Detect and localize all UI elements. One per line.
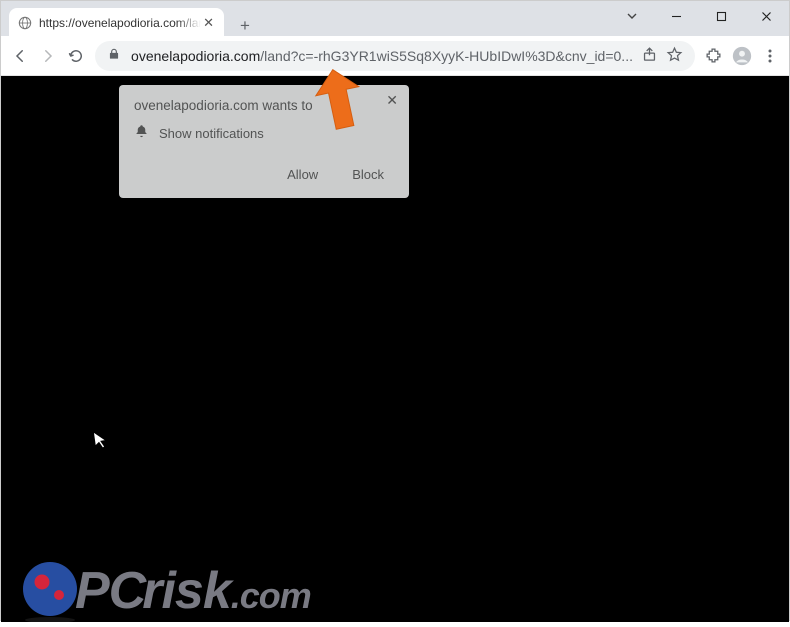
permission-item-label: Show notifications (159, 126, 264, 141)
close-window-button[interactable] (744, 1, 789, 31)
chevron-down-icon[interactable] (609, 1, 654, 31)
close-tab-icon[interactable]: ✕ (201, 15, 216, 31)
window-controls (609, 1, 789, 31)
logo-suffix: .com (231, 575, 311, 617)
url-domain: ovenelapodioria.com (131, 48, 260, 64)
browser-tab[interactable]: https://ovenelapodioria.com/land ✕ (9, 8, 224, 38)
back-button[interactable] (7, 41, 33, 71)
share-icon[interactable] (641, 46, 658, 66)
maximize-button[interactable] (699, 1, 744, 31)
forward-button[interactable] (35, 41, 61, 71)
page-content: ✕ ovenelapodioria.com wants to Show noti… (1, 76, 789, 622)
star-icon[interactable] (666, 46, 683, 66)
mouse-cursor-icon (92, 429, 111, 456)
menu-button[interactable] (757, 41, 783, 71)
minimize-button[interactable] (654, 1, 699, 31)
close-icon[interactable]: ✕ (386, 92, 398, 109)
browser-toolbar: ovenelapodioria.com/land?c=-rhG3YR1wiS5S… (1, 36, 789, 76)
new-tab-button[interactable]: + (234, 14, 256, 36)
browser-titlebar: https://ovenelapodioria.com/land ✕ + (1, 1, 789, 36)
logo-text: PCrisk.com (75, 561, 311, 621)
globe-icon (17, 15, 33, 31)
bell-icon (134, 124, 149, 142)
url-path: /land?c=-rhG3YR1wiS5Sq8XyyK-HUbIDwI%3D&c… (260, 48, 633, 64)
logo-prefix: PC (75, 561, 145, 621)
profile-button[interactable] (729, 41, 755, 71)
url-text: ovenelapodioria.com/land?c=-rhG3YR1wiS5S… (131, 48, 633, 64)
logo-ball-icon (19, 560, 81, 622)
tab-title: https://ovenelapodioria.com/land (39, 16, 201, 30)
extensions-button[interactable] (701, 41, 727, 71)
lock-icon[interactable] (107, 47, 121, 64)
logo-main: risk (142, 561, 231, 621)
annotation-arrow-icon (311, 68, 366, 130)
address-bar[interactable]: ovenelapodioria.com/land?c=-rhG3YR1wiS5S… (95, 41, 695, 71)
allow-button[interactable]: Allow (274, 161, 331, 188)
block-button[interactable]: Block (339, 161, 397, 188)
watermark-logo: PCrisk.com (19, 560, 659, 622)
reload-button[interactable] (63, 41, 89, 71)
